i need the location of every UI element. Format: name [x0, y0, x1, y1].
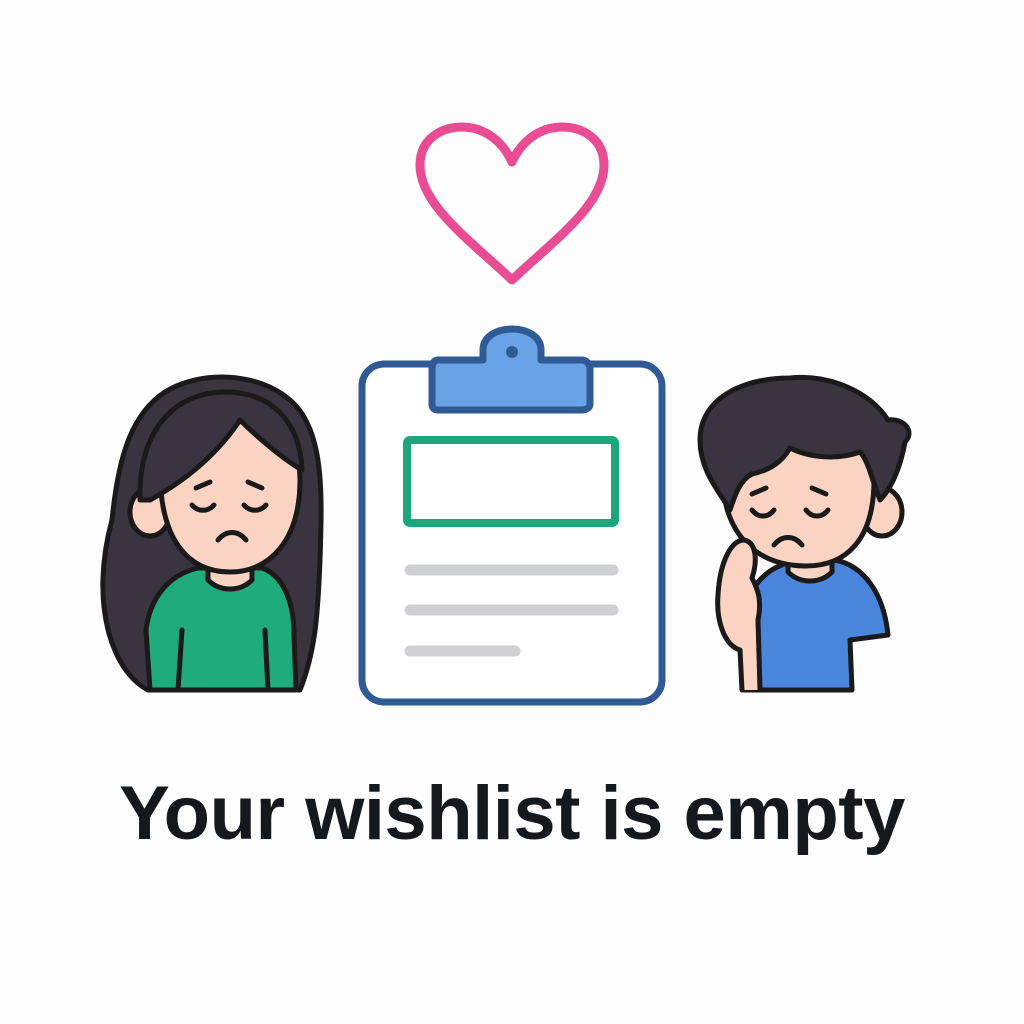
sad-boy-illustration: [697, 374, 912, 693]
heart-outline-icon: [415, 122, 609, 285]
empty-wishlist-screen: Your wishlist is empty: [0, 0, 1024, 1024]
empty-state-illustration: [100, 122, 912, 706]
empty-state-title: Your wishlist is empty: [119, 771, 905, 856]
clipboard-icon: [358, 325, 666, 706]
sad-girl-illustration: [100, 374, 324, 693]
highlight-box: [403, 436, 619, 527]
